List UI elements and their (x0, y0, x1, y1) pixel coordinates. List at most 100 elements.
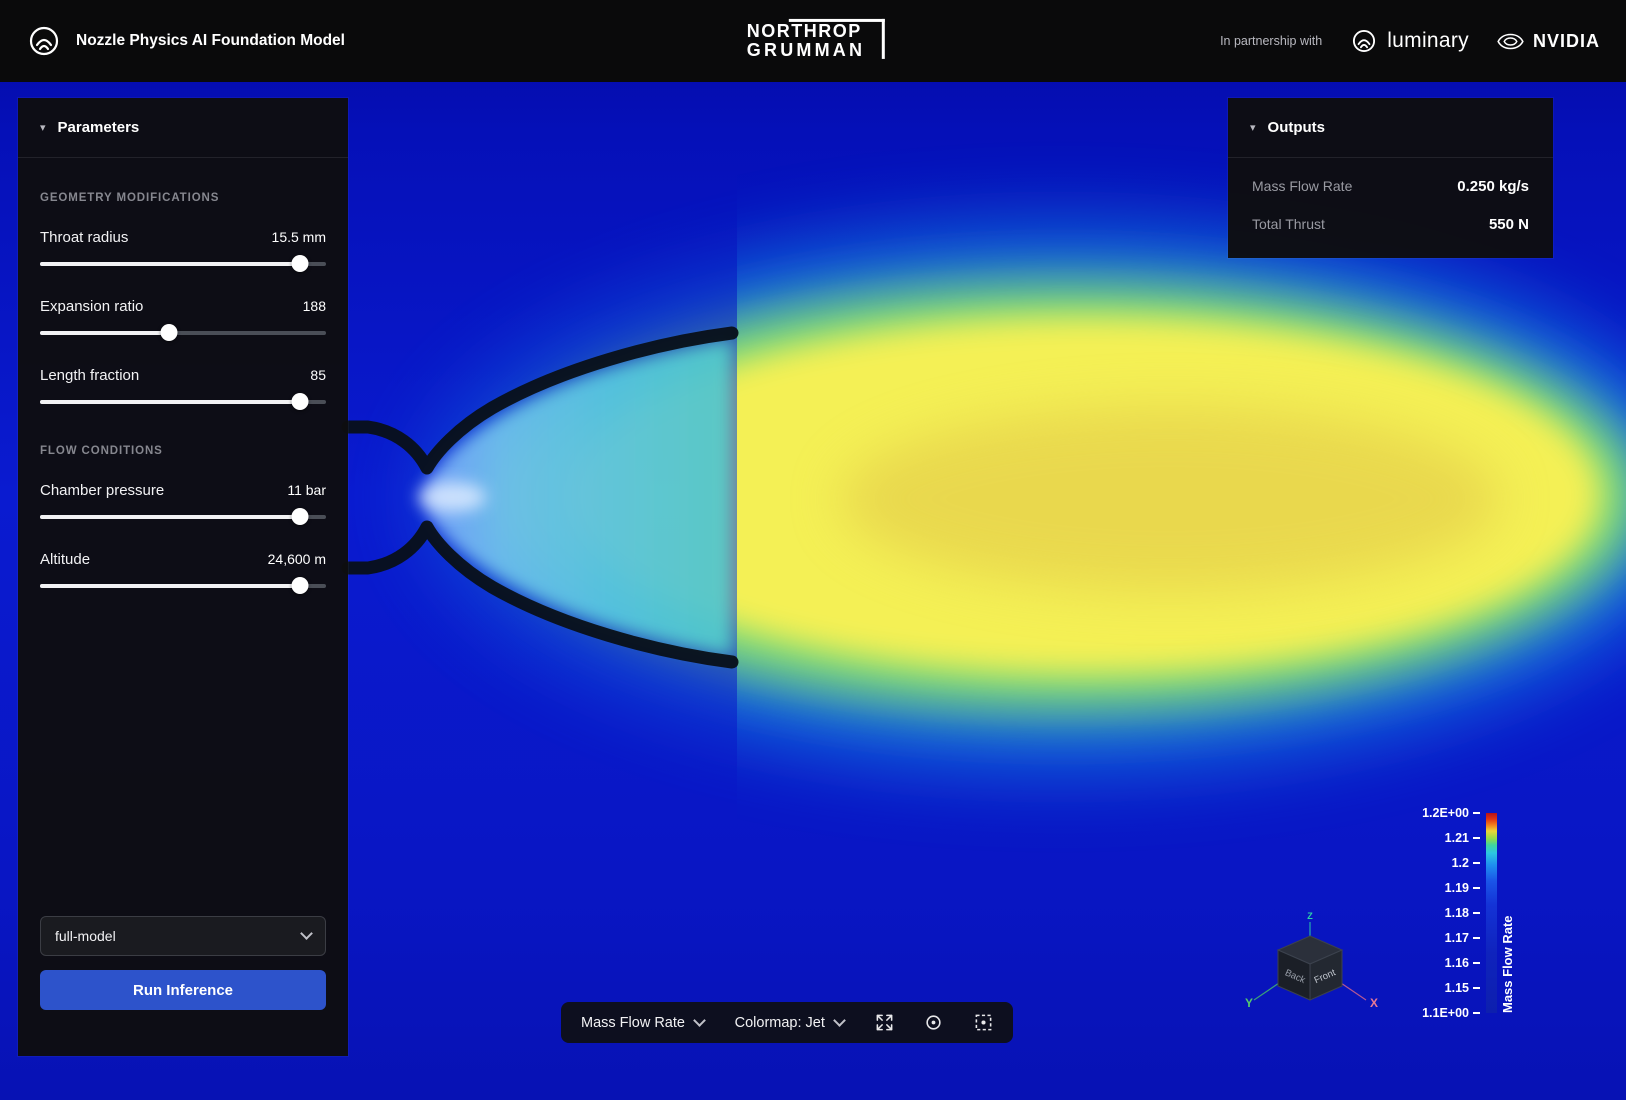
throat-radius-slider[interactable] (40, 255, 326, 273)
chamber-pressure-slider[interactable] (40, 508, 326, 526)
param-label: Chamber pressure (40, 482, 164, 499)
output-label: Total Thrust (1252, 216, 1325, 232)
output-label: Mass Flow Rate (1252, 178, 1352, 194)
param-altitude: Altitude 24,600 m (40, 551, 326, 595)
param-label: Altitude (40, 551, 90, 568)
colorbar-tick: 1.15 (1445, 981, 1480, 995)
luminary-wordmark: luminary (1387, 29, 1469, 53)
colormap-select-value: Colormap: Jet (735, 1015, 825, 1031)
param-expansion-ratio: Expansion ratio 188 (40, 298, 326, 342)
expansion-ratio-slider[interactable] (40, 324, 326, 342)
chevron-down-icon (833, 1014, 846, 1027)
nvidia-wordmark: NVIDIA (1533, 31, 1600, 52)
colorbar-tick-mark (1473, 812, 1480, 814)
nvidia-partner-logo: NVIDIA (1497, 31, 1600, 52)
colorbar-tick-mark (1473, 1012, 1480, 1014)
colorbar-tick-mark (1473, 887, 1480, 889)
app-root: Nozzle Physics AI Foundation Model NORTH… (0, 0, 1626, 1100)
colorbar-title: Mass Flow Rate (1500, 813, 1515, 1013)
colorbar-tick: 1.16 (1445, 956, 1480, 970)
focus-target-icon (924, 1013, 943, 1032)
viewer-toolbar: Mass Flow Rate Colormap: Jet (561, 1002, 1013, 1043)
param-label: Throat radius (40, 229, 128, 246)
colorbar-tick-mark (1473, 862, 1480, 864)
slider-thumb[interactable] (160, 324, 177, 341)
run-inference-button[interactable]: Run Inference (40, 970, 326, 1010)
luminary-logo-icon (26, 23, 62, 59)
colorbar: 1.2E+00 1.21 1.2 1.19 1.18 1.17 1.16 1.15 1.1E+0… (1408, 805, 1618, 1027)
param-value: 24,600 m (268, 551, 326, 567)
slider-thumb[interactable] (292, 577, 309, 594)
luminary-partner-logo: luminary (1350, 27, 1469, 55)
colorbar-tick-label: 1.17 (1445, 931, 1469, 945)
slider-fill (40, 515, 300, 519)
parameters-panel-header[interactable]: ▾ Parameters (18, 98, 348, 158)
param-label: Length fraction (40, 367, 139, 384)
luminary-icon (1350, 27, 1378, 55)
altitude-slider[interactable] (40, 577, 326, 595)
slider-fill (40, 400, 300, 404)
colorbar-tick-label: 1.15 (1445, 981, 1469, 995)
param-value: 15.5 mm (272, 229, 326, 245)
param-label: Expansion ratio (40, 298, 143, 315)
outputs-panel-header[interactable]: ▾ Outputs (1228, 98, 1553, 158)
colorbar-tick-label: 1.1E+00 (1422, 1006, 1469, 1020)
chevron-down-icon (300, 927, 313, 940)
colorbar-tick-label: 1.18 (1445, 906, 1469, 920)
param-value: 85 (310, 367, 326, 383)
colorbar-tick-mark (1473, 962, 1480, 964)
slider-fill (40, 262, 300, 266)
colorbar-tick-mark (1473, 837, 1480, 839)
colorbar-tick-mark (1473, 912, 1480, 914)
colorbar-tick: 1.2E+00 (1422, 806, 1480, 820)
param-chamber-pressure: Chamber pressure 11 bar (40, 482, 326, 526)
slider-fill (40, 331, 169, 335)
parameters-panel: ▾ Parameters GEOMETRY MODIFICATIONS Thro… (18, 98, 348, 1056)
flow-section-label: FLOW CONDITIONS (40, 445, 326, 457)
colorbar-tick-mark (1473, 937, 1480, 939)
field-select[interactable]: Mass Flow Rate (581, 1015, 704, 1031)
output-value: 550 N (1489, 216, 1529, 233)
colorbar-tick: 1.17 (1445, 931, 1480, 945)
axis-z-label: Z (1307, 911, 1313, 921)
collapse-caret-icon: ▾ (40, 121, 46, 134)
brand-bracket (789, 19, 885, 59)
axis-x-label: X (1370, 996, 1378, 1010)
fullscreen-button[interactable] (875, 1013, 894, 1032)
screenshot-button[interactable] (974, 1013, 993, 1032)
colorbar-tick: 1.21 (1445, 831, 1480, 845)
param-length-fraction: Length fraction 85 (40, 367, 326, 411)
slider-thumb[interactable] (292, 508, 309, 525)
slider-thumb[interactable] (292, 255, 309, 272)
slider-fill (40, 584, 300, 588)
output-value: 0.250 kg/s (1457, 178, 1529, 195)
param-throat-radius: Throat radius 15.5 mm (40, 229, 326, 273)
colorbar-tick-label: 1.19 (1445, 881, 1469, 895)
outputs-panel: ▾ Outputs Mass Flow Rate 0.250 kg/s Tota… (1228, 98, 1553, 258)
screenshot-icon (974, 1013, 993, 1032)
output-row-total-thrust: Total Thrust 550 N (1252, 216, 1529, 233)
colormap-select[interactable]: Colormap: Jet (735, 1015, 844, 1031)
output-row-mass-flow-rate: Mass Flow Rate 0.250 kg/s (1252, 178, 1529, 195)
param-value: 11 bar (287, 482, 326, 498)
colorbar-tick-label: 1.16 (1445, 956, 1469, 970)
axis-y-label: Y (1245, 996, 1253, 1010)
collapse-caret-icon: ▾ (1250, 121, 1256, 134)
model-select[interactable]: full-model (40, 916, 326, 956)
orientation-cube[interactable]: Z Y X Back Front (1236, 906, 1384, 1026)
nvidia-eye-icon (1497, 32, 1524, 51)
chevron-down-icon (693, 1014, 706, 1027)
colorbar-tick: 1.19 (1445, 881, 1480, 895)
reset-view-button[interactable] (924, 1013, 943, 1032)
model-select-value: full-model (55, 928, 116, 944)
geometry-section-label: GEOMETRY MODIFICATIONS (40, 192, 326, 204)
colorbar-tick-label: 1.2 (1452, 856, 1469, 870)
colorbar-tick-label: 1.21 (1445, 831, 1469, 845)
colorbar-ticks: 1.2E+001.211.21.191.181.171.161.151.1E+0… (1408, 813, 1480, 1013)
slider-thumb[interactable] (292, 393, 309, 410)
app-title: Nozzle Physics AI Foundation Model (76, 32, 345, 50)
length-fraction-slider[interactable] (40, 393, 326, 411)
colorbar-tick-label: 1.2E+00 (1422, 806, 1469, 820)
partnership-text: In partnership with (1220, 34, 1322, 48)
field-select-value: Mass Flow Rate (581, 1015, 685, 1031)
